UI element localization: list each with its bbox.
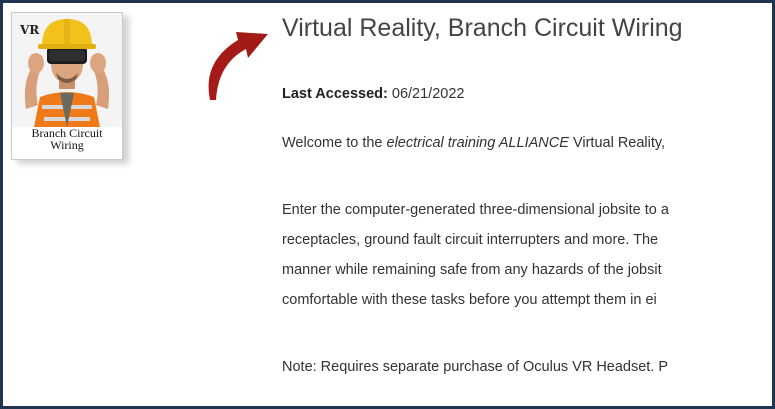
welcome-text: Welcome to the electrical training ALLIA… [282, 135, 665, 151]
last-accessed: Last Accessed: 06/21/2022 [282, 86, 464, 102]
description-line: Enter the computer-generated three-dimen… [282, 202, 669, 218]
welcome-prefix: Welcome to the [282, 135, 387, 151]
course-title[interactable]: Virtual Reality, Branch Circuit Wiring [282, 14, 683, 43]
last-accessed-label: Last Accessed: [282, 86, 388, 102]
course-thumbnail[interactable]: VR Branch Circuit Wiring [11, 12, 123, 160]
vr-badge: VR [20, 23, 40, 37]
brand-name: electrical training ALLIANCE [386, 135, 569, 151]
requirements-note: Note: Requires separate purchase of Ocul… [282, 359, 669, 375]
description-line: receptacles, ground fault circuit interr… [282, 232, 659, 248]
curved-arrow-icon [208, 32, 268, 100]
last-accessed-date: 06/21/2022 [391, 86, 465, 102]
thumbnail-caption: Branch Circuit Wiring [12, 127, 122, 151]
description-line: manner while remaining safe from any haz… [282, 262, 662, 278]
thumbnail-caption-line2: Wiring [50, 138, 84, 152]
description-line: comfortable with these tasks before you … [282, 292, 657, 308]
description-paragraph: Enter the computer-generated three-dimen… [282, 195, 669, 315]
welcome-suffix: Virtual Reality, [568, 135, 666, 151]
